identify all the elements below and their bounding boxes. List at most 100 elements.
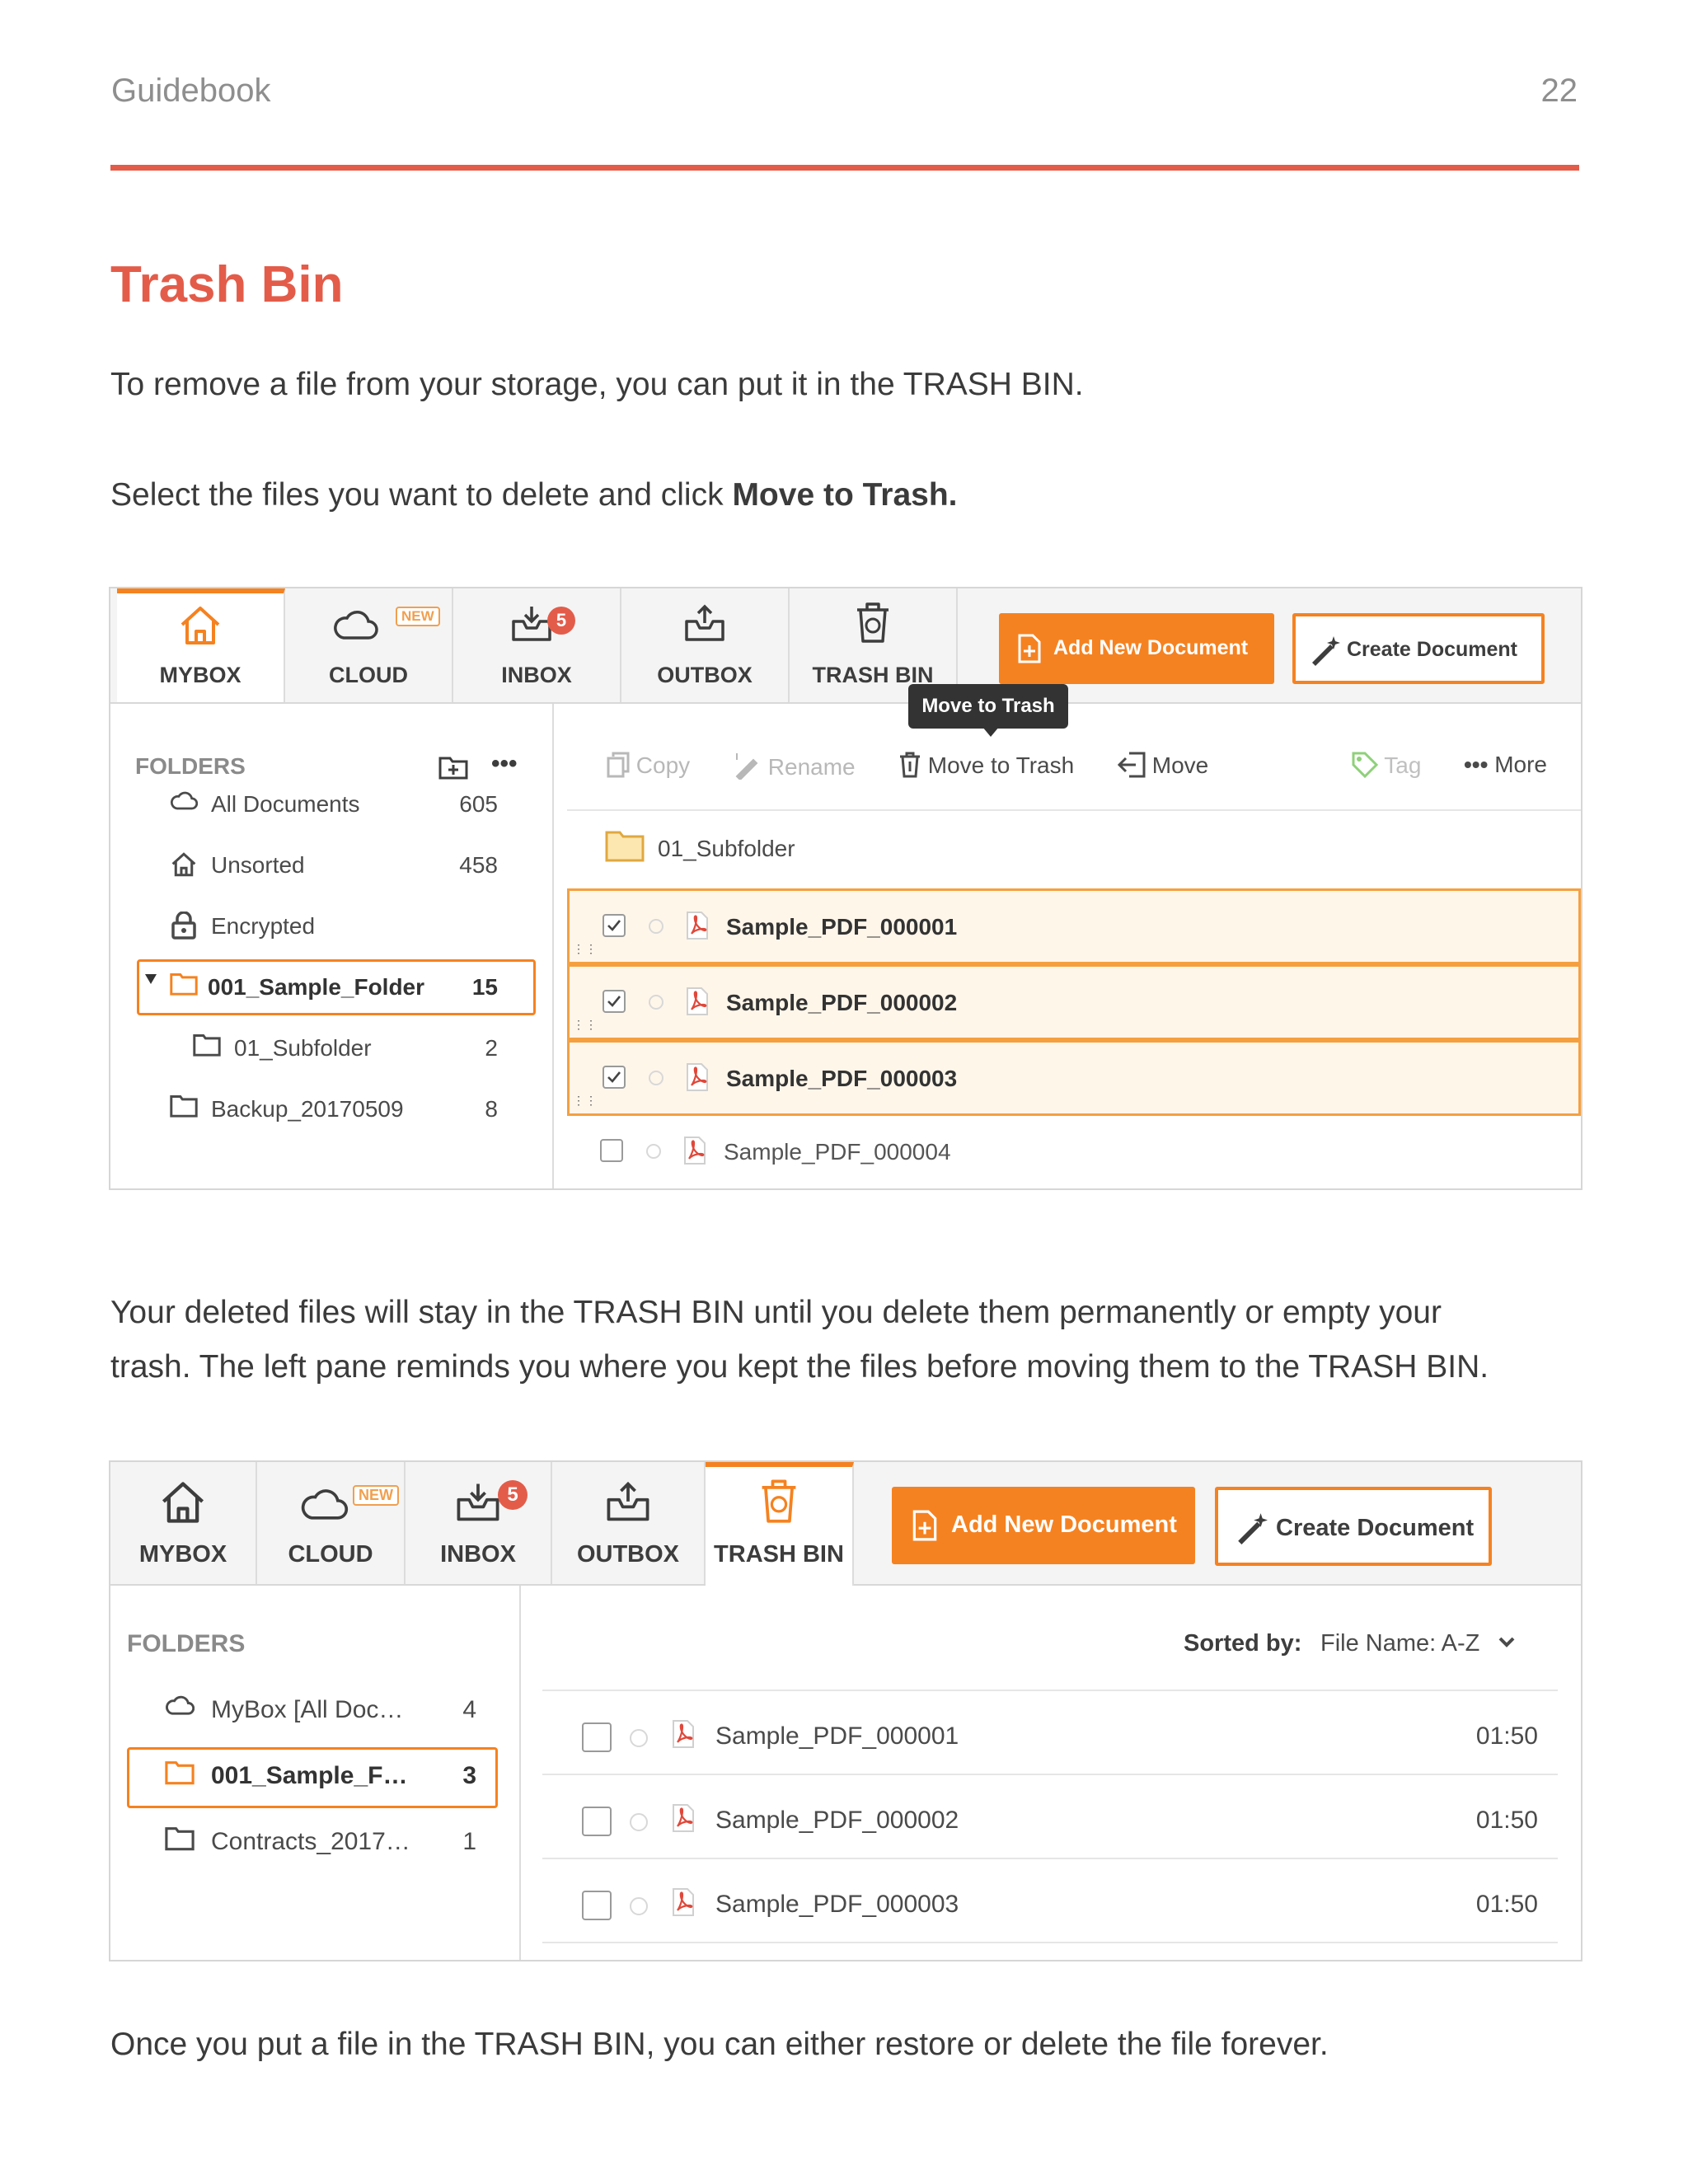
tab-trash-bin[interactable]: TRASH BIN [706,1462,854,1586]
folders-more-icon[interactable]: ••• [491,750,518,778]
file-row[interactable]: ⋮⋮ Sample_PDF_000003 [567,1040,1581,1116]
tab-cloud[interactable]: NEW CLOUD [257,1462,406,1584]
folder-count: 15 [471,974,498,1000]
file-checkbox[interactable] [603,914,626,937]
add-new-document-button[interactable]: Add New Document [999,613,1274,684]
pencil-icon [735,753,758,781]
file-checkbox[interactable] [603,990,626,1013]
tab-bar: MYBOX NEW CLOUD 5 INBOX OUTBOX TRASH BIN… [110,588,1581,704]
rename-button[interactable]: Rename [734,752,856,781]
file-row[interactable]: Sample_PDF_000004 [567,1116,1581,1187]
file-row[interactable]: ⋮⋮ Sample_PDF_000002 [567,964,1581,1040]
tab-inbox[interactable]: 5 INBOX [453,588,621,702]
tab-outbox[interactable]: OUTBOX [552,1462,706,1584]
paragraph-deleted-line1: Your deleted files will stay in the TRAS… [110,1295,1442,1330]
expand-caret-icon[interactable] [145,974,157,984]
drag-handle-icon[interactable]: ⋮⋮ [573,1018,598,1032]
tab-cloud-label: CLOUD [329,663,408,687]
create-document-button[interactable]: Create Document [1215,1487,1492,1566]
tab-mybox-label: MYBOX [159,663,241,687]
file-row[interactable]: Sample_PDF_000001 01:50 [542,1691,1558,1775]
folder-icon [165,1761,195,1785]
folder-name: Encrypted [211,913,316,939]
status-dot [649,919,663,934]
folder-item[interactable]: 001_Sample_F… 3 [165,1754,476,1800]
folders-heading: FOLDERS [135,753,246,779]
folder-name: 001_Sample_F… [211,1762,408,1789]
tab-cloud[interactable]: NEW CLOUD [285,588,453,702]
new-tag: NEW [353,1485,399,1506]
file-row[interactable]: ⋮⋮ Sample_PDF_000001 [567,888,1581,964]
folder-icon [605,831,645,862]
status-dot [646,1144,661,1159]
tab-inbox[interactable]: 5 INBOX [406,1462,552,1584]
tab-cloud-label: CLOUD [288,1541,373,1568]
paragraph-intro: To remove a file from your storage, you … [110,367,1084,402]
folder-item[interactable]: Backup_20170509 8 [170,1088,498,1131]
folder-count: 8 [485,1096,498,1122]
tab-outbox[interactable]: OUTBOX [621,588,790,702]
folder-item[interactable]: All Documents 605 [170,783,498,826]
folder-count: 3 [462,1762,476,1789]
folder-count: 1 [462,1828,476,1855]
add-document-icon [912,1510,937,1541]
folder-item[interactable]: Contracts_2017… 1 [165,1820,476,1866]
paragraph-select: Select the files you want to delete and … [110,468,1594,523]
file-row[interactable]: Sample_PDF_000003 01:50 [542,1859,1558,1943]
folder-count: 2 [485,1035,498,1061]
rename-label: Rename [767,754,856,780]
file-checkbox[interactable] [603,1066,626,1089]
move-to-trash-button[interactable]: Move to Trash [898,752,1074,779]
file-checkbox[interactable] [600,1139,623,1162]
page-number: 22 [1540,73,1578,109]
sort-dropdown-value: File Name: A-Z [1320,1630,1480,1657]
checkmark-icon [607,1071,621,1083]
create-document-button[interactable]: Create Document [1292,613,1545,684]
pdf-icon [687,1063,708,1091]
add-new-document-button[interactable]: Add New Document [892,1487,1195,1564]
home-icon [162,1482,204,1523]
folder-item[interactable]: Unsorted 458 [170,844,498,887]
folder-name: All Documents [211,791,360,817]
paragraph-restore: Once you put a file in the TRASH BIN, yo… [110,2027,1329,2062]
folder-item[interactable]: MyBox [All Doc… 4 [165,1688,476,1734]
add-document-icon [1018,634,1041,663]
status-dot [630,1729,648,1747]
folder-item[interactable]: 01_Subfolder 2 [193,1027,498,1070]
subfolder-row[interactable]: 01_Subfolder [567,813,1581,883]
add-new-document-label: Add New Document [1053,636,1249,659]
file-checkbox[interactable] [582,1722,612,1752]
outbox-icon [607,1481,649,1521]
file-time: 01:50 [1475,1807,1538,1834]
status-dot [649,995,663,1010]
add-new-document-label: Add New Document [951,1511,1177,1538]
folder-item[interactable]: Encrypted [170,905,498,948]
tab-bar: MYBOX NEW CLOUD 5 INBOX OUTBOX TRASH BIN… [110,1462,1581,1586]
more-button[interactable]: ••• More [1464,752,1547,778]
folder-icon [165,1827,195,1851]
file-name: Sample_PDF_000002 [726,990,958,1015]
add-folder-icon[interactable] [438,753,468,780]
file-checkbox[interactable] [582,1807,612,1836]
tab-outbox-label: OUTBOX [576,1541,680,1568]
drag-handle-icon[interactable]: ⋮⋮ [573,1094,598,1108]
file-checkbox[interactable] [582,1891,612,1920]
copy-button[interactable]: Copy [607,752,690,779]
move-button[interactable]: Move [1117,752,1208,779]
file-row[interactable]: Sample_PDF_000002 01:50 [542,1775,1558,1859]
tab-mybox[interactable]: MYBOX [117,588,285,702]
sort-dropdown[interactable]: File Name: A-Z [1320,1630,1516,1657]
tab-mybox[interactable]: MYBOX [110,1462,257,1584]
pdf-icon [687,987,708,1015]
move-to-trash-label: Move to Trash [927,752,1075,778]
header-rule [110,165,1579,171]
drag-handle-icon[interactable]: ⋮⋮ [573,942,598,956]
tag-button[interactable]: Tag [1352,752,1421,779]
folder-item[interactable]: 001_Sample_Folder 15 [170,966,498,1009]
magic-pen-icon [1312,636,1340,666]
folder-name: 01_Subfolder [234,1035,372,1061]
page-header-title: Guidebook [111,73,271,109]
status-dot [630,1897,648,1915]
home-icon [181,607,220,644]
inbox-badge: 5 [498,1480,528,1510]
